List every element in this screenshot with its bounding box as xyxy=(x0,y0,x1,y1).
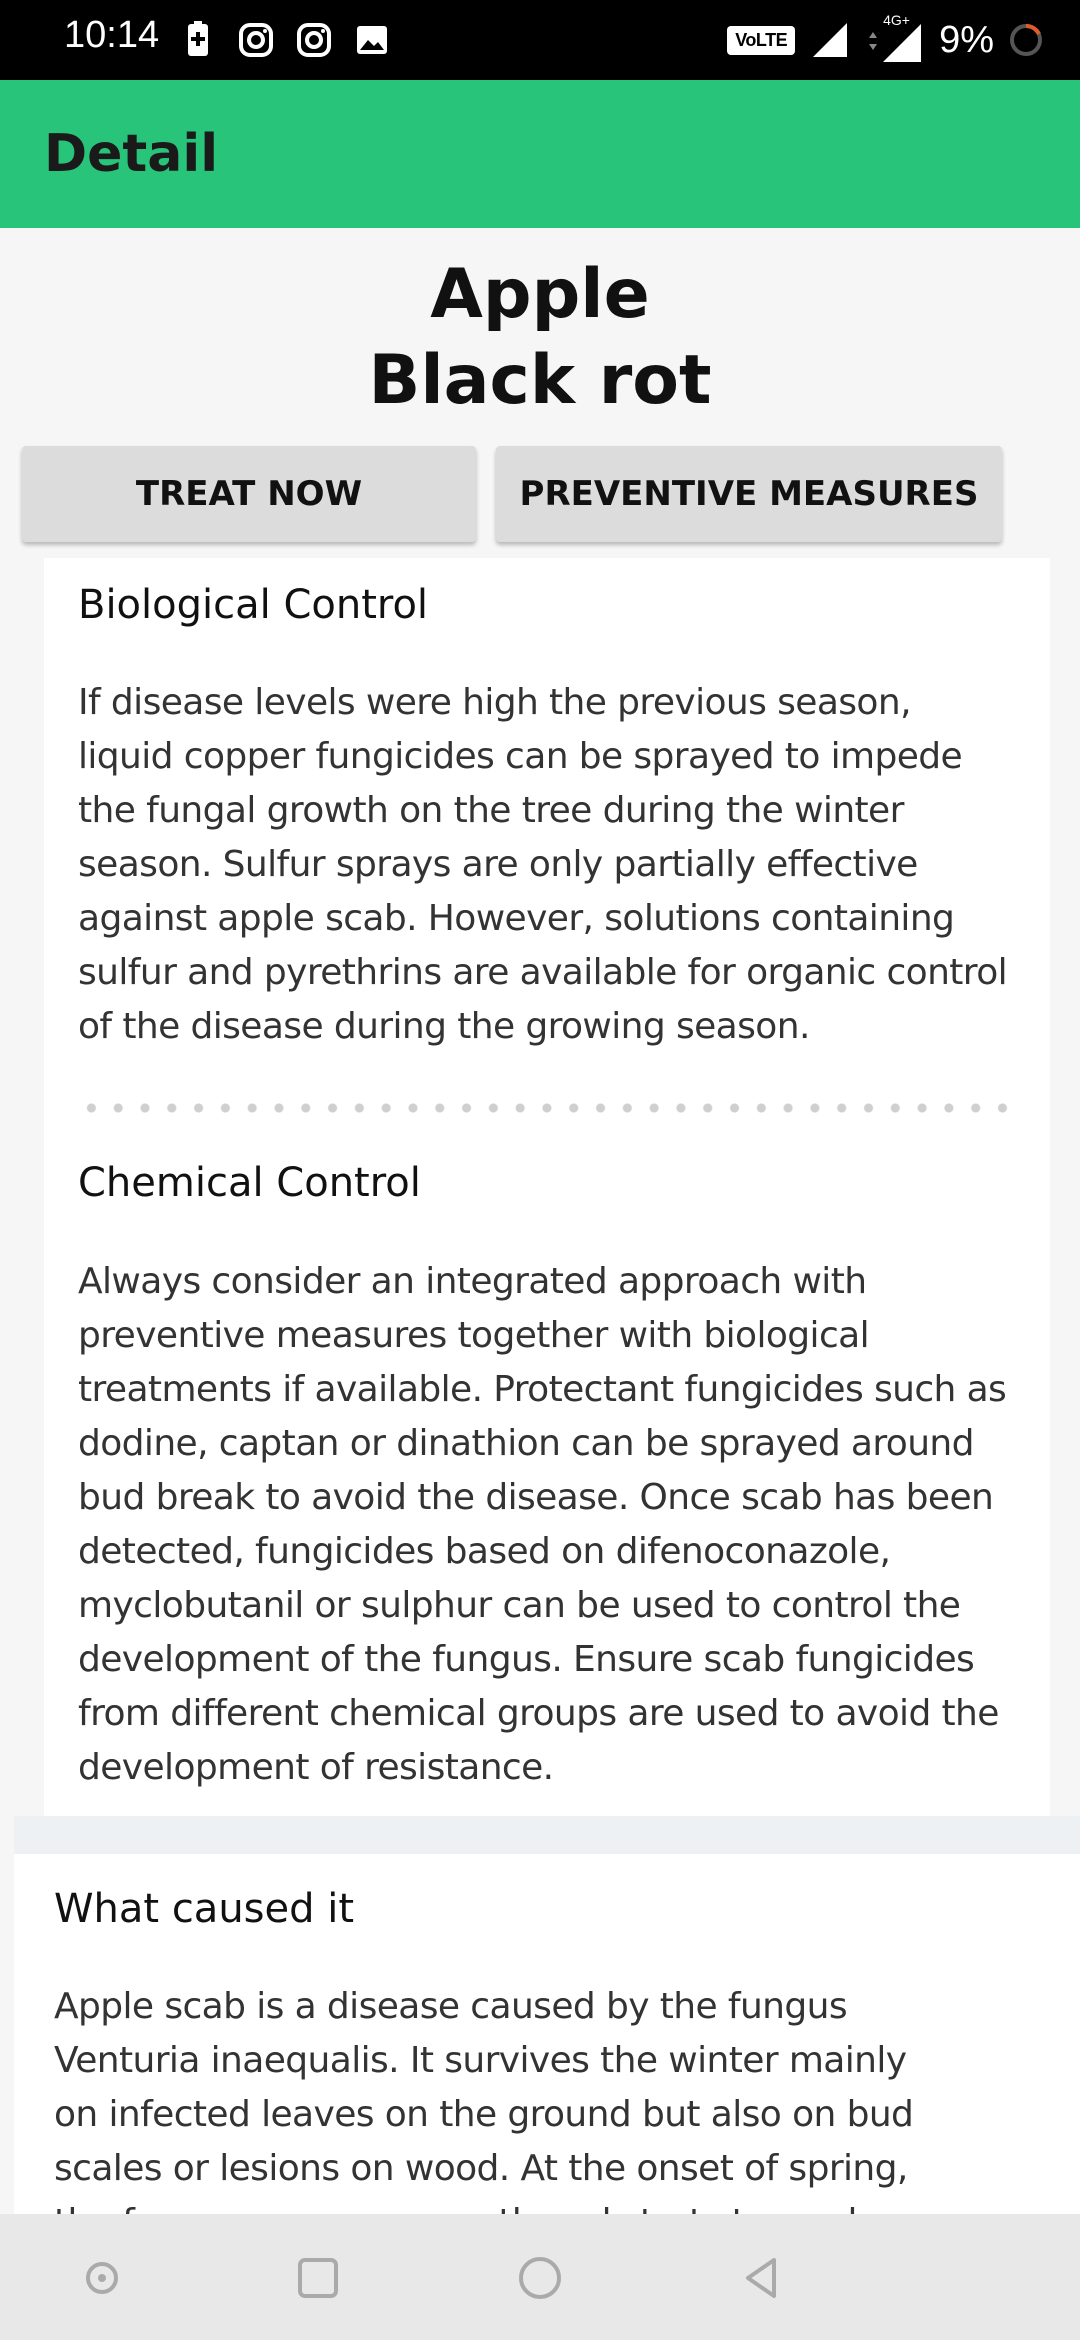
text-line: the fungus resumes growth and starts to … xyxy=(54,2196,920,2214)
text-line: the fungal growth on the tree during the… xyxy=(78,790,904,831)
battery-percentage: 9% xyxy=(939,18,994,61)
text-line: from different chemical groups are used … xyxy=(78,1693,999,1734)
chemical-control-text: Always consider an integrated approach w… xyxy=(78,1255,1007,1795)
page-title: Detail xyxy=(44,124,219,184)
instagram-icon xyxy=(297,23,331,57)
signal-icon xyxy=(813,23,848,57)
status-time: 10:14 xyxy=(64,14,160,56)
cause-text: Apple scab is a disease caused by the fu… xyxy=(54,1980,920,2214)
text-line: detected, fungicides based on difenocona… xyxy=(78,1531,891,1572)
text-line: Apple scab is a disease caused by the fu… xyxy=(54,1986,848,2027)
loading-icon xyxy=(1010,24,1042,56)
chemical-control-title: Chemical Control xyxy=(78,1160,421,1206)
app-bar: Detail xyxy=(0,80,1080,228)
battery-saver-icon xyxy=(188,21,208,56)
home-icon[interactable] xyxy=(510,2248,570,2308)
recents-icon[interactable] xyxy=(288,2248,348,2308)
data-signal: 4G+ xyxy=(865,12,925,66)
text-line: treatments if available. Protectant fung… xyxy=(78,1369,1007,1410)
text-line: liquid copper fungicides can be sprayed … xyxy=(78,736,963,777)
text-line: If disease levels were high the previous… xyxy=(78,682,912,723)
text-line: scales or lesions on wood. At the onset … xyxy=(54,2148,908,2189)
disease-name: Black rot xyxy=(368,341,712,420)
assistant-icon[interactable] xyxy=(72,2248,132,2308)
back-icon[interactable] xyxy=(732,2248,792,2308)
cause-card: What caused it Apple scab is a disease c… xyxy=(14,1854,1080,2214)
text-line: against apple scab. However, solutions c… xyxy=(78,898,955,939)
biological-control-title: Biological Control xyxy=(78,582,429,628)
dotted-divider xyxy=(78,1102,1018,1114)
text-line: Venturia inaequalis. It survives the win… xyxy=(54,2040,907,2081)
navigation-bar xyxy=(0,2214,1080,2340)
cause-title: What caused it xyxy=(54,1886,355,1932)
plant-name: Apple xyxy=(430,255,650,334)
treat-now-button[interactable]: TREAT NOW xyxy=(22,446,476,542)
text-line: dodine, captan or dinathion can be spray… xyxy=(78,1423,975,1464)
network-type: 4G+ xyxy=(883,12,910,28)
volte-badge: VoLTE xyxy=(727,25,796,55)
status-bar: 10:14 VoLTE 4G+ 9% xyxy=(0,0,1080,80)
text-line: bud break to avoid the disease. Once sca… xyxy=(78,1477,994,1518)
status-right-group: VoLTE 4G+ 9% xyxy=(727,12,1044,66)
text-line: of the disease during the growing season… xyxy=(78,1006,810,1047)
text-line: on infected leaves on the ground but als… xyxy=(54,2094,914,2135)
text-line: season. Sulfur sprays are only partially… xyxy=(78,844,918,885)
image-icon xyxy=(357,26,387,54)
text-line: development of the fungus. Ensure scab f… xyxy=(78,1639,975,1680)
instagram-icon xyxy=(239,23,273,57)
preventive-measures-button[interactable]: PREVENTIVE MEASURES xyxy=(496,446,1002,542)
disease-header: Apple Black rot xyxy=(0,252,1080,424)
text-line: myclobutanil or sulphur can be used to c… xyxy=(78,1585,961,1626)
text-line: preventive measures together with biolog… xyxy=(78,1315,870,1356)
text-line: Always consider an integrated approach w… xyxy=(78,1261,867,1302)
text-line: sulfur and pyrethrins are available for … xyxy=(78,952,1008,993)
text-line: development of resistance. xyxy=(78,1747,554,1788)
biological-control-text: If disease levels were high the previous… xyxy=(78,676,1008,1054)
section-divider xyxy=(14,1816,1080,1854)
